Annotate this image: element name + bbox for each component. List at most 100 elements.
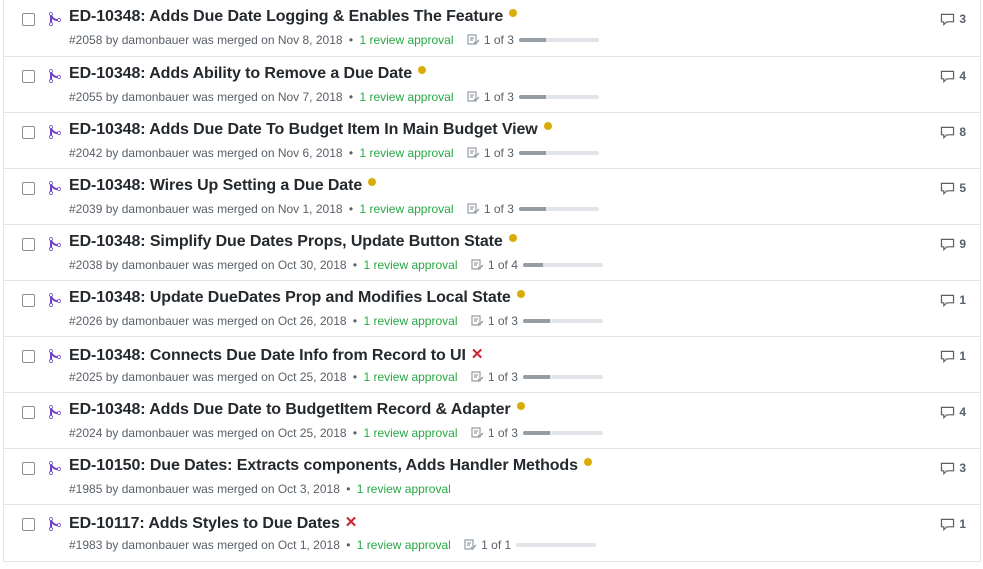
git-merge-icon [49,460,63,476]
task-count: 1 of 3 [483,90,514,104]
pull-request-title-link[interactable]: ED-10348: Update DueDates Prop and Modif… [69,289,511,306]
pull-request-row: ED-10348: Adds Due Date to BudgetItem Re… [4,392,980,448]
author-link[interactable]: damonbauer [122,538,189,552]
review-status-link[interactable]: 1 review approval [357,482,451,496]
author-link[interactable]: damonbauer [122,33,189,47]
select-checkbox[interactable] [22,294,35,307]
comments-link[interactable]: 3 [940,461,966,475]
ci-pending-icon[interactable] [543,122,552,130]
task-count: 1 of 4 [487,258,518,272]
pull-request-number: #1985 [69,482,103,496]
pull-request-title-link[interactable]: ED-10348: Simplify Due Dates Props, Upda… [69,233,503,250]
task-progress-bar [518,95,599,99]
pull-request-meta: #1985 by damonbauer was merged on Oct 3,… [69,482,451,496]
checklist-icon [471,315,484,326]
author-link[interactable]: damonbauer [122,202,189,216]
pull-request-row: ED-10348: Connects Due Date Info from Re… [4,336,980,392]
pull-request-title-link[interactable]: ED-10348: Adds Due Date Logging & Enable… [69,8,503,25]
comment-icon [941,462,955,475]
author-link[interactable]: damonbauer [122,482,189,496]
pull-request-title-link[interactable]: ED-10348: Adds Due Date to BudgetItem Re… [69,401,511,418]
comments-link[interactable]: 1 [940,349,966,363]
author-link[interactable]: damonbauer [122,370,189,384]
git-merge-icon [49,68,63,84]
pull-request-row: ED-10348: Adds Due Date To Budget Item I… [4,112,980,168]
review-status-link[interactable]: 1 review approval [363,426,457,440]
comments-link[interactable]: 1 [940,293,966,307]
comment-count: 9 [959,237,966,251]
ci-pending-icon[interactable] [516,290,525,298]
ci-pending-icon[interactable] [508,234,517,242]
checklist-icon [471,427,484,438]
select-checkbox[interactable] [22,70,35,83]
ci-pending-icon[interactable] [509,9,518,17]
merged-date: was merged on Oct 25, 2018 [192,426,347,440]
comment-icon [941,294,955,307]
select-checkbox[interactable] [22,13,35,26]
author-link[interactable]: damonbauer [122,146,189,160]
comment-count: 3 [959,12,966,26]
review-status-link[interactable]: 1 review approval [359,202,453,216]
comments-link[interactable]: 9 [940,237,966,251]
checklist-icon [467,34,480,45]
select-checkbox[interactable] [22,462,35,475]
select-checkbox[interactable] [22,126,35,139]
review-status-link[interactable]: 1 review approval [363,258,457,272]
author-link[interactable]: damonbauer [122,90,189,104]
review-status-link[interactable]: 1 review approval [363,370,457,384]
pull-request-number: #2038 [69,258,103,272]
merged-date: was merged on Nov 7, 2018 [192,90,343,104]
pull-request-title-link[interactable]: ED-10348: Connects Due Date Info from Re… [69,347,466,364]
pull-request-meta: #2042 by damonbauer was merged on Nov 6,… [69,146,599,160]
ci-pending-icon[interactable] [583,458,592,466]
task-count: 1 of 3 [483,146,514,160]
author-link[interactable]: damonbauer [122,426,189,440]
comments-link[interactable]: 4 [940,405,966,419]
review-status-link[interactable]: 1 review approval [357,538,451,552]
select-checkbox[interactable] [22,238,35,251]
comments-link[interactable]: 4 [940,69,966,83]
ci-pending-icon[interactable] [418,66,427,74]
task-progress: 1 of 1 [464,538,597,552]
ci-pending-icon[interactable] [368,178,377,186]
pull-request-meta: #2055 by damonbauer was merged on Nov 7,… [69,90,599,104]
review-status-link[interactable]: 1 review approval [359,33,453,47]
comment-count: 1 [959,349,966,363]
task-progress-bar [518,207,599,211]
author-link[interactable]: damonbauer [122,314,189,328]
select-checkbox[interactable] [22,518,35,531]
task-progress: 1 of 3 [467,33,599,47]
pull-request-number: #2025 [69,370,103,384]
review-status-link[interactable]: 1 review approval [359,90,453,104]
git-merge-icon [49,11,63,27]
task-progress: 1 of 3 [471,370,603,384]
ci-failure-icon[interactable]: ✕ [471,345,484,363]
pull-request-title-link[interactable]: ED-10348: Adds Ability to Remove a Due D… [69,65,412,82]
comments-link[interactable]: 1 [940,517,966,531]
author-link[interactable]: damonbauer [122,258,189,272]
merged-date: was merged on Oct 1, 2018 [192,538,340,552]
select-checkbox[interactable] [22,350,35,363]
pull-request-row: ED-10348: Wires Up Setting a Due Date #2… [4,168,980,224]
task-count: 1 of 3 [483,33,514,47]
comments-link[interactable]: 3 [940,12,966,26]
ci-failure-icon[interactable]: ✕ [345,513,358,531]
comments-link[interactable]: 8 [940,125,966,139]
pull-request-list: ED-10348: Adds Due Date Logging & Enable… [3,0,981,562]
review-status-link[interactable]: 1 review approval [363,314,457,328]
task-count: 1 of 1 [481,538,512,552]
pull-request-meta: #2026 by damonbauer was merged on Oct 26… [69,314,603,328]
review-status-link[interactable]: 1 review approval [359,146,453,160]
comments-link[interactable]: 5 [940,181,966,195]
select-checkbox[interactable] [22,182,35,195]
pull-request-title-link[interactable]: ED-10117: Adds Styles to Due Dates [69,515,340,532]
pull-request-meta: #2058 by damonbauer was merged on Nov 8,… [69,33,599,47]
pull-request-number: #1983 [69,538,103,552]
pull-request-row: ED-10348: Adds Due Date Logging & Enable… [4,0,980,56]
select-checkbox[interactable] [22,406,35,419]
pull-request-meta: #2024 by damonbauer was merged on Oct 25… [69,426,603,440]
ci-pending-icon[interactable] [516,402,525,410]
pull-request-title-link[interactable]: ED-10348: Adds Due Date To Budget Item I… [69,121,538,138]
pull-request-title-link[interactable]: ED-10150: Due Dates: Extracts components… [69,457,578,474]
pull-request-title-link[interactable]: ED-10348: Wires Up Setting a Due Date [69,177,362,194]
